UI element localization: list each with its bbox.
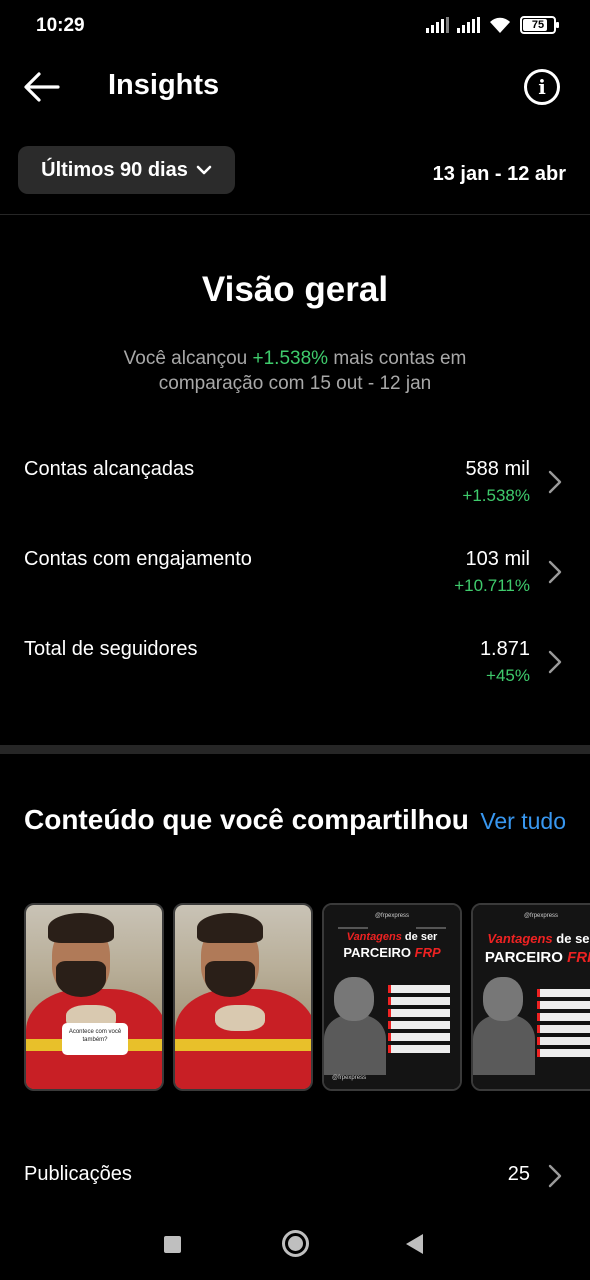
metric-change: +45% — [486, 666, 530, 685]
content-thumbnail[interactable]: Acontece com você também? — [24, 903, 164, 1091]
chevron-right-icon[interactable] — [548, 1164, 562, 1188]
poster-headline: Vantagens de ser — [346, 931, 438, 943]
period-label: Últimos 90 dias — [41, 158, 188, 181]
metric-accounts-engaged[interactable]: Contas com engajamento 103 mil +10.711% — [0, 548, 590, 628]
status-time: 10:29 — [36, 15, 85, 36]
poster-handle: @frpexpress — [374, 913, 410, 919]
metric-value: 103 mil — [465, 548, 530, 570]
overview-title: Visão geral — [201, 270, 389, 309]
date-range: 13 jan - 12 abr — [432, 163, 566, 185]
battery-icon: 75 — [520, 16, 559, 34]
status-icons: 75 — [426, 16, 559, 34]
content-thumbnail[interactable] — [173, 903, 313, 1091]
back-arrow-icon[interactable] — [22, 70, 62, 104]
metric-change: +1.538% — [462, 486, 530, 505]
poster-subheadline: PARCEIRO FRP — [484, 949, 590, 966]
overview-growth: +1.538% — [252, 348, 329, 369]
publications-count: 25 — [507, 1163, 530, 1185]
poster-subheadline: PARCEIRO FRP — [343, 945, 441, 960]
poster-handle: @frpexpress — [523, 913, 559, 919]
period-dropdown[interactable]: Últimos 90 dias — [18, 146, 235, 194]
thumbnail-photo: Acontece com você também? — [26, 905, 162, 1089]
publications-label[interactable]: Publicações — [24, 1163, 132, 1186]
chevron-right-icon — [548, 560, 562, 584]
header: Insights i — [0, 56, 590, 118]
content-section-title: Conteúdo que você compartilhou — [24, 804, 469, 835]
divider — [0, 214, 590, 215]
metric-total-followers[interactable]: Total de seguidores 1.871 +45% — [0, 638, 590, 718]
wifi-icon — [490, 17, 510, 33]
chevron-right-icon — [548, 470, 562, 494]
status-bar: 10:29 75 — [0, 0, 590, 56]
system-nav-bar — [0, 1208, 590, 1280]
metric-value: 1.871 — [479, 638, 530, 660]
content-thumbnails: Acontece com você também? @frpexpress Va… — [24, 903, 590, 1091]
metric-label: Contas com engajamento — [24, 548, 252, 570]
battery-level: 75 — [531, 19, 545, 31]
signal-icon-2 — [457, 17, 480, 33]
metric-label: Total de seguidores — [24, 638, 198, 660]
recents-icon[interactable] — [164, 1236, 181, 1253]
chevron-right-icon — [548, 650, 562, 674]
content-thumbnail[interactable]: @frpexpress Vantagens de ser PARCEIRO FR… — [322, 903, 462, 1091]
info-icon[interactable]: i — [524, 69, 560, 105]
chevron-down-icon — [196, 165, 212, 175]
thumbnail-poster: @frpexpress Vantagens de ser PARCEIRO FR… — [473, 905, 590, 1089]
section-divider — [0, 745, 590, 754]
thumbnail-photo — [175, 905, 311, 1089]
see-all-link[interactable]: Ver tudo — [480, 808, 566, 835]
question-sticker: Acontece com você também? — [62, 1023, 128, 1055]
thumbnail-poster: @frpexpress Vantagens de ser PARCEIRO FR… — [324, 905, 460, 1089]
metric-label: Contas alcançadas — [24, 458, 195, 480]
poster-headline: Vantagens de ser — [487, 931, 590, 946]
metric-change: +10.711% — [454, 576, 530, 595]
back-icon[interactable] — [406, 1234, 423, 1254]
metric-value: 588 mil — [465, 458, 530, 480]
overview-summary: Você alcançou +1.538% mais contas em com… — [123, 348, 467, 394]
metric-accounts-reached[interactable]: Contas alcançadas 588 mil +1.538% — [0, 458, 590, 538]
content-thumbnail[interactable]: @frpexpress Vantagens de ser PARCEIRO FR… — [471, 903, 590, 1091]
page-title: Insights — [108, 69, 220, 101]
poster-footer: @frpexpress — [332, 1075, 367, 1081]
home-icon[interactable] — [282, 1230, 309, 1257]
signal-icon — [426, 17, 449, 33]
